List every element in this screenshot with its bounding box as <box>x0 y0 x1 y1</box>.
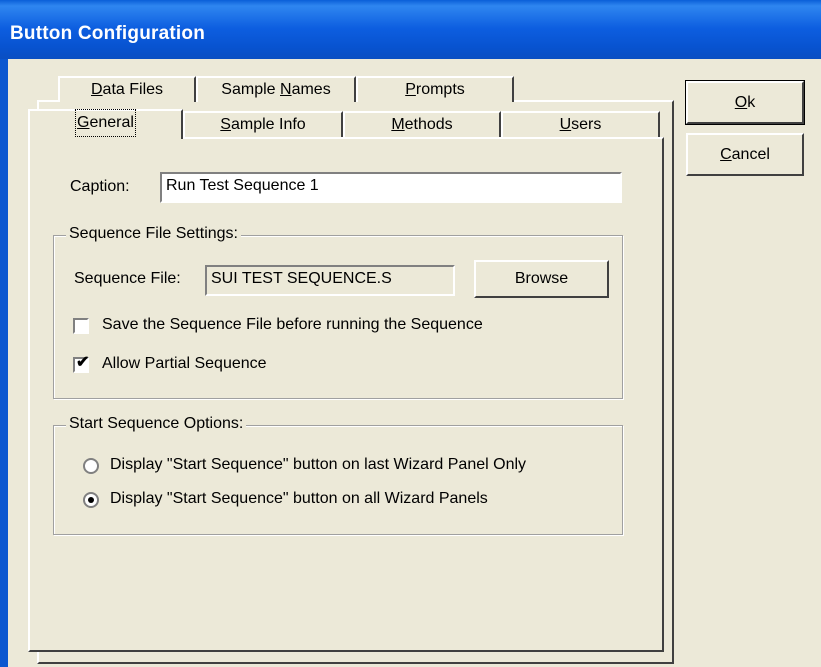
browse-button[interactable]: Browse <box>474 260 609 298</box>
option-all-panels-radio[interactable] <box>83 492 99 508</box>
start-sequence-options-title: Start Sequence Options: <box>66 415 247 433</box>
tab-general[interactable]: General <box>28 109 183 139</box>
tab-data-files[interactable]: Data Files <box>58 76 196 102</box>
caption-label: Caption: <box>70 178 130 195</box>
save-before-running-checkbox[interactable] <box>73 318 89 334</box>
save-before-running-label[interactable]: Save the Sequence File before running th… <box>102 316 483 334</box>
tab-sample-info[interactable]: Sample Info <box>183 111 343 137</box>
allow-partial-sequence-label[interactable]: Allow Partial Sequence <box>102 355 267 373</box>
tab-sample-names[interactable]: Sample Names <box>196 76 356 102</box>
window-left-border <box>0 59 8 667</box>
title-bar[interactable]: Button Configuration <box>0 0 821 59</box>
option-all-panels-label[interactable]: Display "Start Sequence" button on all W… <box>110 490 488 508</box>
cancel-button[interactable]: Cancel <box>686 133 804 176</box>
sequence-file-field: SUI TEST SEQUENCE.S <box>205 265 455 296</box>
caption-input[interactable]: Run Test Sequence 1 <box>160 172 622 203</box>
option-last-panel-radio[interactable] <box>83 458 99 474</box>
option-last-panel-label[interactable]: Display "Start Sequence" button on last … <box>110 456 526 474</box>
radio-selected-dot <box>88 497 94 503</box>
tab-methods[interactable]: Methods <box>343 111 501 137</box>
window-title: Button Configuration <box>10 23 206 44</box>
dialog-window: Button Configuration Data Files Sample N… <box>0 0 821 667</box>
ok-button[interactable]: Ok <box>685 80 805 125</box>
tab-users[interactable]: Users <box>501 111 660 137</box>
sequence-file-label: Sequence File: <box>74 270 181 287</box>
checkmark-icon: ✔ <box>76 354 90 371</box>
sequence-file-settings-title: Sequence File Settings: <box>66 225 241 243</box>
tab-prompts[interactable]: Prompts <box>356 76 514 102</box>
start-sequence-options-group: Start Sequence Options: <box>53 415 623 535</box>
allow-partial-sequence-checkbox[interactable]: ✔ <box>73 354 90 373</box>
